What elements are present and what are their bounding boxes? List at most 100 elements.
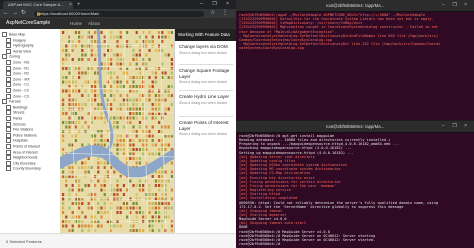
parcel[interactable]: [132, 58, 135, 61]
parcel[interactable]: [119, 224, 122, 228]
parcel[interactable]: [81, 161, 84, 165]
parcel[interactable]: [68, 80, 71, 84]
parcel[interactable]: [135, 112, 138, 115]
parcel[interactable]: [145, 161, 148, 165]
parcel[interactable]: [158, 121, 161, 124]
parcel[interactable]: [62, 89, 65, 93]
parcel[interactable]: [164, 98, 167, 102]
parcel[interactable]: [135, 53, 138, 57]
parcel[interactable]: [135, 134, 138, 138]
parcel[interactable]: [71, 202, 74, 205]
parcel[interactable]: [148, 76, 151, 79]
parcel[interactable]: [78, 67, 81, 70]
parcel[interactable]: [142, 116, 145, 120]
parcel[interactable]: [142, 211, 145, 214]
parcel[interactable]: [110, 62, 113, 66]
tool-change-layers[interactable]: Change layers via DOM Show a dialog box …: [179, 44, 234, 55]
parcel[interactable]: [132, 89, 135, 93]
parcel[interactable]: [103, 35, 106, 39]
parcel[interactable]: [74, 112, 77, 115]
parcel[interactable]: [78, 224, 81, 228]
parcel[interactable]: [65, 53, 68, 57]
parcel[interactable]: [74, 89, 77, 93]
parcel[interactable]: [62, 112, 65, 115]
parcel[interactable]: [122, 184, 125, 187]
parcel[interactable]: [90, 103, 93, 106]
layer-checkbox[interactable]: [6, 104, 11, 110]
parcel[interactable]: [65, 49, 68, 52]
parcel[interactable]: [135, 184, 138, 187]
parcel[interactable]: [78, 35, 81, 39]
close-icon[interactable]: ×: [69, 2, 72, 9]
parcel[interactable]: [100, 211, 103, 214]
parcel[interactable]: [110, 103, 113, 106]
parcel[interactable]: [97, 179, 100, 183]
parcel[interactable]: [62, 49, 65, 52]
parcel[interactable]: [94, 215, 97, 219]
parcel[interactable]: [148, 98, 151, 102]
parcel[interactable]: [129, 143, 132, 147]
terminal-window-top[interactable]: root@2bf9d6560e4: /app/Ma... – ❐ × root@…: [236, 0, 474, 120]
parcel[interactable]: [135, 85, 138, 88]
parcel[interactable]: [148, 130, 151, 133]
parcel[interactable]: [154, 80, 157, 84]
parcel[interactable]: [145, 134, 148, 138]
layer-item[interactable]: Hospitals: [6, 138, 28, 144]
parcel[interactable]: [103, 121, 106, 124]
parcel[interactable]: [132, 116, 135, 120]
parcel[interactable]: [119, 139, 122, 142]
parcel[interactable]: [138, 157, 141, 160]
parcel[interactable]: [110, 94, 113, 97]
parcel[interactable]: [110, 85, 113, 88]
layer-item[interactable]: Area of Interest: [6, 149, 38, 155]
parcel[interactable]: [158, 179, 161, 183]
parcel[interactable]: [135, 215, 138, 219]
parcel[interactable]: [94, 98, 97, 102]
layer-item[interactable]: Schools: [6, 121, 26, 127]
parcel[interactable]: [116, 116, 119, 120]
parcel[interactable]: [148, 202, 151, 205]
parcel[interactable]: [90, 220, 93, 223]
parcel[interactable]: [62, 175, 65, 178]
parcel[interactable]: [65, 125, 68, 129]
parcel[interactable]: [126, 31, 129, 34]
parcel[interactable]: [62, 139, 65, 142]
parcel[interactable]: [151, 103, 154, 106]
menu-icon[interactable]: ⋮: [222, 9, 228, 18]
parcel[interactable]: [116, 121, 119, 124]
map-view[interactable]: [60, 29, 174, 233]
parcel[interactable]: [113, 224, 116, 228]
layer-checkbox[interactable]: [6, 138, 11, 144]
parcel[interactable]: [145, 125, 148, 129]
parcel[interactable]: [71, 224, 74, 228]
parcel[interactable]: [119, 134, 122, 138]
parcel[interactable]: [135, 98, 138, 102]
layer-checkbox[interactable]: [6, 71, 11, 77]
parcel[interactable]: [116, 139, 119, 142]
parcel[interactable]: [151, 224, 154, 228]
parcel[interactable]: [167, 215, 170, 219]
parcel[interactable]: [87, 224, 90, 228]
parcel[interactable]: [113, 125, 116, 129]
parcel[interactable]: [97, 170, 100, 174]
reload-icon[interactable]: ↻: [21, 9, 26, 18]
parcel[interactable]: [122, 148, 125, 151]
parcel[interactable]: [65, 89, 68, 93]
parcel[interactable]: [158, 49, 161, 52]
parcel[interactable]: [135, 31, 138, 34]
parcel[interactable]: [170, 67, 173, 70]
parcel[interactable]: [151, 35, 154, 39]
parcel[interactable]: [151, 202, 154, 205]
parcel[interactable]: [74, 121, 77, 124]
parcel[interactable]: [158, 229, 161, 232]
layer-checkbox[interactable]: [6, 160, 11, 166]
parcel[interactable]: [161, 40, 164, 43]
parcel[interactable]: [161, 49, 164, 52]
parcel[interactable]: [94, 139, 97, 142]
parcel[interactable]: [81, 94, 84, 97]
layer-item[interactable]: City Boundary: [6, 160, 36, 166]
parcel[interactable]: [78, 58, 81, 61]
layer-checkbox[interactable]: [6, 82, 11, 88]
parcel[interactable]: [103, 188, 106, 192]
layer-checkbox[interactable]: [6, 155, 11, 161]
